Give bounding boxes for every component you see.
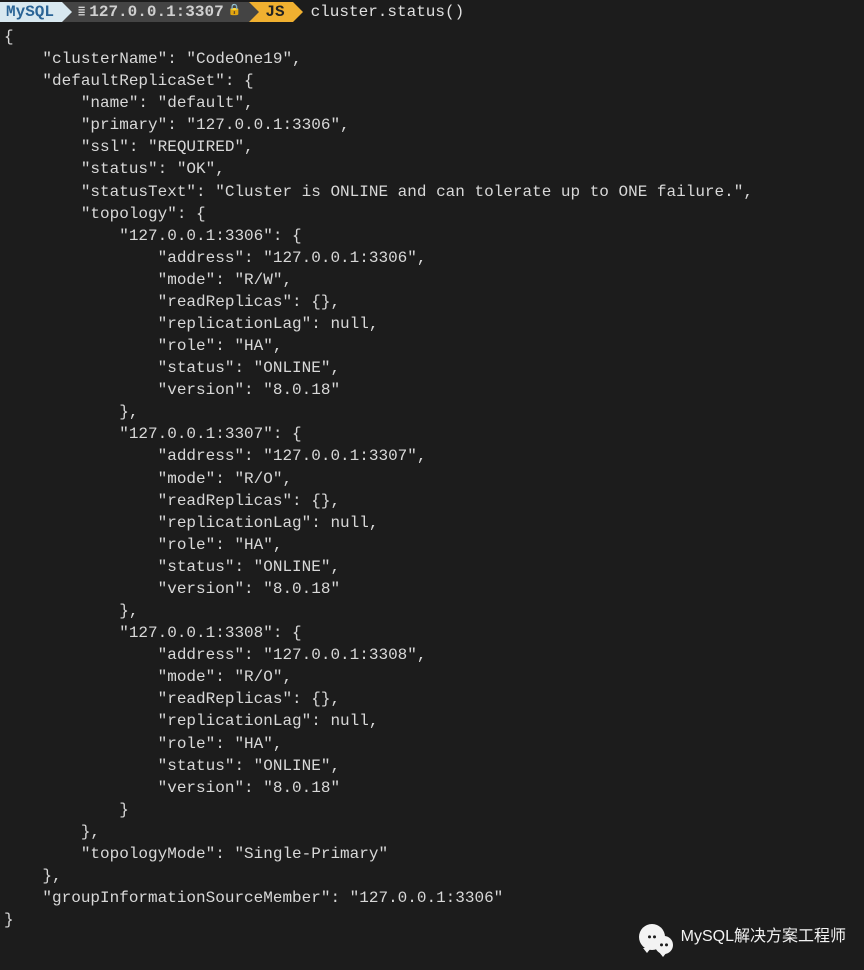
mysql-label: MySQL (6, 1, 54, 23)
mysql-badge: MySQL (0, 2, 62, 22)
host-text: 127.0.0.1:3307 (89, 1, 223, 23)
command-input[interactable]: cluster.status() (311, 1, 465, 23)
lock-icon: 🔒 (228, 4, 242, 19)
host-badge: ≣ 127.0.0.1:3307 🔒 (62, 2, 249, 22)
lang-label: JS (265, 1, 284, 23)
wechat-icon (639, 920, 673, 954)
watermark-text: MySQL解决方案工程师 (681, 926, 846, 948)
database-icon: ≣ (78, 4, 85, 21)
json-output: { "clusterName": "CodeOne19", "defaultRe… (0, 24, 864, 931)
shell-prompt: MySQL ≣ 127.0.0.1:3307 🔒 JS cluster.stat… (0, 0, 864, 24)
wechat-watermark: MySQL解决方案工程师 (639, 920, 846, 954)
